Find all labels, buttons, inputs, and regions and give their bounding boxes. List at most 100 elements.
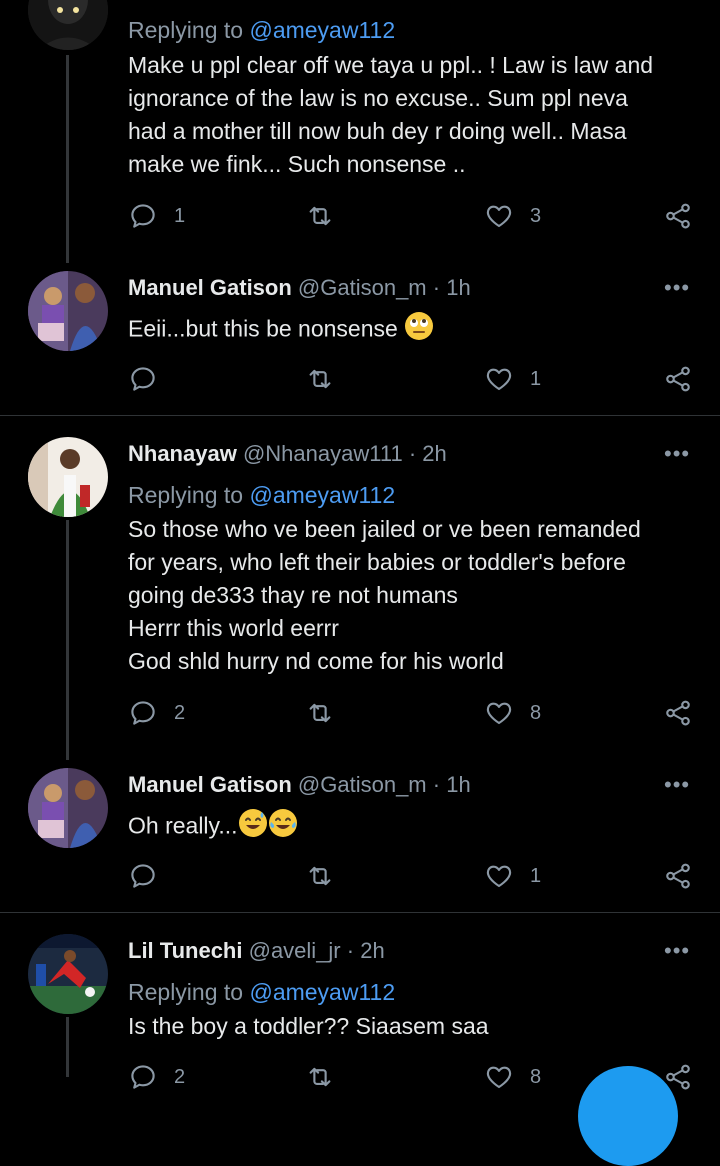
retweet-icon xyxy=(309,1067,331,1087)
like-button[interactable]: 8 xyxy=(484,1062,541,1092)
reply-button[interactable]: 2 xyxy=(128,698,185,728)
like-count: 8 xyxy=(530,1065,542,1088)
heart-icon xyxy=(486,702,512,725)
divider xyxy=(0,415,720,416)
like-button[interactable]: 1 xyxy=(484,364,541,394)
avatar[interactable] xyxy=(28,0,108,50)
user-handle[interactable]: @Gatison_m xyxy=(298,275,427,300)
tweet-text-line: Herrr this world eerrr xyxy=(128,615,339,641)
display-name[interactable]: Lil Tunechi xyxy=(128,938,242,963)
more-options-icon[interactable]: ••• xyxy=(664,774,690,796)
tweet-text: Make u ppl clear off we taya u ppl.. ! L… xyxy=(128,49,698,181)
share-button[interactable] xyxy=(663,698,693,728)
more-options-icon[interactable]: ••• xyxy=(664,277,690,299)
compose-button[interactable] xyxy=(578,1066,678,1166)
tweet-text-line: ignorance of the law is no excuse.. Sum … xyxy=(128,85,628,111)
tweet-text-line: Is the boy a toddler?? Siaasem saa xyxy=(128,1013,489,1039)
avatar[interactable] xyxy=(28,934,108,1014)
thread-line xyxy=(66,55,69,263)
user-handle[interactable]: @Gatison_m xyxy=(298,772,427,797)
tweet-text: Eeii...but this be nonsense xyxy=(128,311,698,350)
replying-prefix: Replying to xyxy=(128,979,244,1005)
tweet-header: Manuel Gatison @Gatison_m · 1h xyxy=(128,273,471,303)
like-button[interactable]: 3 xyxy=(484,201,541,231)
replying-prefix: Replying to xyxy=(128,17,244,43)
reply-count: 2 xyxy=(174,701,186,724)
separator-dot: · xyxy=(432,275,441,300)
avatar[interactable] xyxy=(28,271,108,351)
replying-prefix: Replying to xyxy=(128,482,244,508)
share-button[interactable] xyxy=(663,364,693,394)
retweet-button[interactable] xyxy=(305,698,335,728)
reply-count: 1 xyxy=(174,204,186,227)
separator-dot: · xyxy=(346,938,355,963)
tweet-text-line: Oh really... xyxy=(128,812,238,839)
share-button[interactable] xyxy=(663,861,693,891)
tweet-text: Is the boy a toddler?? Siaasem saa xyxy=(128,1010,698,1043)
reply-count: 2 xyxy=(174,1065,186,1088)
retweet-icon xyxy=(309,866,331,886)
avatar[interactable] xyxy=(28,437,108,517)
replying-to: Replying to @ameyaw112 xyxy=(128,15,395,45)
like-button[interactable]: 1 xyxy=(484,861,541,891)
display-name[interactable]: Nhanayaw xyxy=(128,441,237,466)
like-button[interactable]: 8 xyxy=(484,698,541,728)
reply-icon xyxy=(131,204,155,228)
timestamp[interactable]: 1h xyxy=(446,772,470,797)
reply-button[interactable]: 1 xyxy=(128,201,185,231)
display-name[interactable]: Manuel Gatison xyxy=(128,772,292,797)
user-handle[interactable]: @aveli_jr xyxy=(249,938,341,963)
like-count: 1 xyxy=(530,864,542,887)
mention-link[interactable]: @ameyaw112 xyxy=(249,17,395,43)
share-icon xyxy=(666,863,690,889)
retweet-icon xyxy=(309,369,331,389)
share-icon xyxy=(666,366,690,392)
heart-icon xyxy=(486,1066,512,1089)
reply-button[interactable] xyxy=(128,861,158,891)
separator-dot: · xyxy=(432,772,441,797)
reply-button[interactable]: 2 xyxy=(128,1062,185,1092)
retweet-icon xyxy=(309,703,331,723)
timestamp[interactable]: 1h xyxy=(446,275,470,300)
timestamp[interactable]: 2h xyxy=(360,938,384,963)
more-options-icon[interactable]: ••• xyxy=(664,940,690,962)
retweet-icon xyxy=(309,206,331,226)
tweet-text: So those who ve been jailed or ve been r… xyxy=(128,513,698,678)
reply-icon xyxy=(131,701,155,725)
tweet-text-line: for years, who left their babies or todd… xyxy=(128,549,626,575)
display-name[interactable]: Manuel Gatison xyxy=(128,275,292,300)
divider xyxy=(0,912,720,913)
share-button[interactable] xyxy=(663,201,693,231)
replying-to: Replying to @ameyaw112 xyxy=(128,480,395,510)
sweat-smile-emoji-icon xyxy=(238,808,268,847)
heart-icon xyxy=(486,865,512,888)
share-icon xyxy=(666,700,690,726)
reply-button[interactable] xyxy=(128,364,158,394)
tweet-text-line: So those who ve been jailed or ve been r… xyxy=(128,516,641,542)
timestamp[interactable]: 2h xyxy=(422,441,446,466)
like-count: 1 xyxy=(530,367,542,390)
reply-icon xyxy=(131,864,155,888)
separator-dot: · xyxy=(408,441,417,466)
tweet-text-line: Make u ppl clear off we taya u ppl.. ! L… xyxy=(128,52,654,78)
tweet-header: Manuel Gatison @Gatison_m · 1h xyxy=(128,770,471,800)
tweet-header: Lil Tunechi @aveli_jr · 2h xyxy=(128,936,385,966)
mention-link[interactable]: @ameyaw112 xyxy=(249,979,395,1005)
mention-link[interactable]: @ameyaw112 xyxy=(249,482,395,508)
thread-line xyxy=(66,1017,69,1077)
tweet-text-line: going de333 thay re not humans xyxy=(128,582,458,608)
heart-icon xyxy=(486,368,512,391)
thread-line xyxy=(66,520,69,760)
avatar[interactable] xyxy=(28,768,108,848)
more-options-icon[interactable]: ••• xyxy=(664,443,690,465)
retweet-button[interactable] xyxy=(305,364,335,394)
retweet-button[interactable] xyxy=(305,1062,335,1092)
retweet-button[interactable] xyxy=(305,861,335,891)
tweet-text-line: make we fink... Such nonsense .. xyxy=(128,151,466,177)
retweet-button[interactable] xyxy=(305,201,335,231)
tears-of-joy-emoji-icon xyxy=(268,808,298,847)
tweet-text-line: Eeii...but this be nonsense xyxy=(128,315,398,342)
tweet-text-line: had a mother till now buh dey r doing we… xyxy=(128,118,627,144)
like-count: 3 xyxy=(530,204,542,227)
user-handle[interactable]: @Nhanayaw111 xyxy=(243,441,403,466)
